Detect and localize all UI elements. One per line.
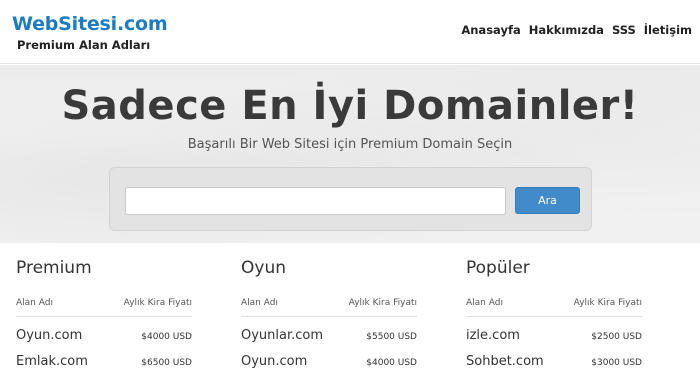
list-item[interactable]: Oyun.com $4000 USD — [241, 343, 417, 369]
nav-link-about[interactable]: Hakkımızda — [529, 23, 604, 37]
domain-search-input[interactable] — [125, 187, 506, 215]
brand-logo[interactable]: WebSitesi.com Premium Alan Adları — [12, 13, 168, 52]
domain-name[interactable]: izle.com — [466, 328, 520, 343]
list-header: Alan Adı Aylık Kira Fiyatı — [466, 298, 642, 317]
list-title: Oyun — [241, 258, 286, 278]
nav-link-contact[interactable]: İletişim — [644, 23, 692, 37]
domain-name[interactable]: Sohbet.com — [466, 354, 544, 369]
search-panel: Ara — [109, 167, 592, 231]
brand-tagline: Premium Alan Adları — [17, 38, 151, 52]
main-nav: Anasayfa Hakkımızda SSS İletişim — [461, 23, 692, 37]
domain-price: $5500 USD — [366, 332, 417, 342]
domain-price: $3000 USD — [591, 358, 642, 368]
domain-list-premium: Premium Alan Adı Aylık Kira Fiyatı Oyun.… — [16, 258, 192, 369]
nav-link-faq[interactable]: SSS — [612, 23, 636, 37]
column-header-price: Aylık Kira Fiyatı — [348, 298, 417, 308]
list-item[interactable]: Sohbet.com $3000 USD — [466, 343, 642, 369]
column-header-name: Alan Adı — [16, 298, 53, 308]
brand-name[interactable]: WebSitesi.com — [12, 13, 168, 35]
list-item[interactable]: izle.com $2500 USD — [466, 317, 642, 343]
hero-title: Sadece En İyi Domainler! — [61, 83, 639, 129]
column-header-price: Aylık Kira Fiyatı — [123, 298, 192, 308]
column-header-name: Alan Adı — [466, 298, 503, 308]
domain-name[interactable]: Oyunlar.com — [241, 328, 323, 343]
domain-price: $6500 USD — [141, 358, 192, 368]
domain-name[interactable]: Oyun.com — [16, 328, 82, 343]
list-title: Premium — [16, 258, 92, 278]
list-title: Popüler — [466, 258, 530, 278]
list-header: Alan Adı Aylık Kira Fiyatı — [16, 298, 192, 317]
domain-price: $4000 USD — [141, 332, 192, 342]
domain-name[interactable]: Oyun.com — [241, 354, 307, 369]
search-button[interactable]: Ara — [515, 187, 580, 214]
domain-list-game: Oyun Alan Adı Aylık Kira Fiyatı Oyunlar.… — [241, 258, 417, 369]
nav-link-home[interactable]: Anasayfa — [461, 23, 520, 37]
list-header: Alan Adı Aylık Kira Fiyatı — [241, 298, 417, 317]
domain-price: $2500 USD — [591, 332, 642, 342]
list-item[interactable]: Emlak.com $6500 USD — [16, 343, 192, 369]
site-header: WebSitesi.com Premium Alan Adları Anasay… — [0, 0, 700, 64]
column-header-name: Alan Adı — [241, 298, 278, 308]
domain-price: $4000 USD — [366, 358, 417, 368]
domain-name[interactable]: Emlak.com — [16, 354, 88, 369]
domain-list-popular: Popüler Alan Adı Aylık Kira Fiyatı izle.… — [466, 258, 642, 369]
list-item[interactable]: Oyun.com $4000 USD — [16, 317, 192, 343]
list-item[interactable]: Oyunlar.com $5500 USD — [241, 317, 417, 343]
column-header-price: Aylık Kira Fiyatı — [573, 298, 642, 308]
hero-section: Sadece En İyi Domainler! Başarılı Bir We… — [0, 65, 700, 243]
hero-subtitle: Başarılı Bir Web Sitesi için Premium Dom… — [187, 137, 513, 152]
